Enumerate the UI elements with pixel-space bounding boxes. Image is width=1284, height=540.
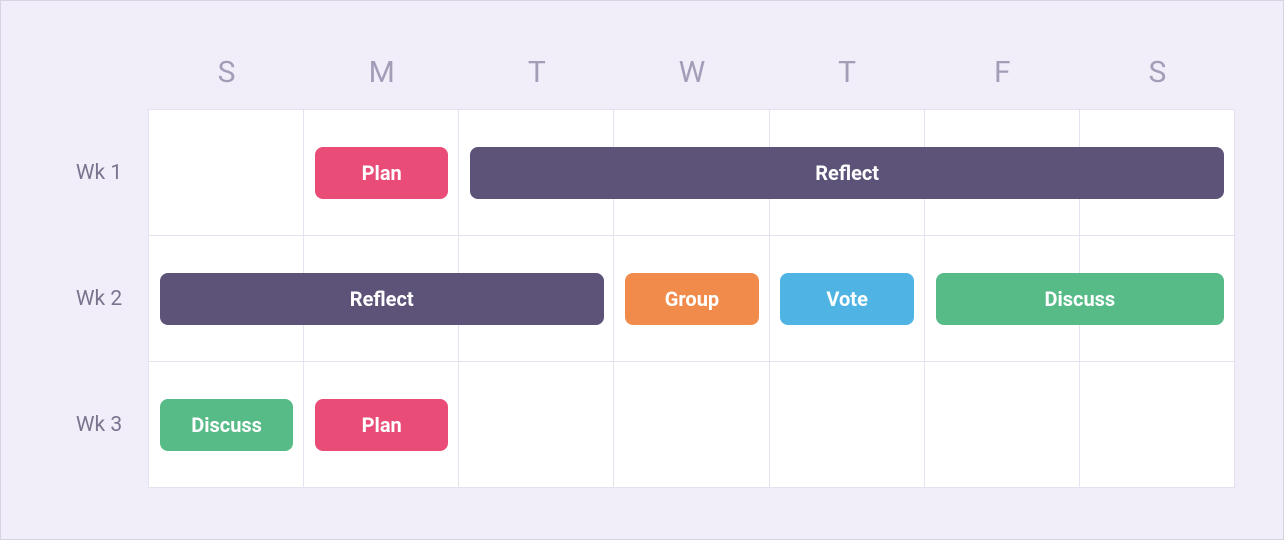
day-cell[interactable] [1079, 361, 1235, 488]
day-header-tue: T [459, 41, 614, 110]
day-header-wed: W [614, 41, 769, 110]
week-label-3: Wk 3 [49, 362, 149, 488]
day-cell[interactable] [148, 109, 304, 236]
event-reflect[interactable]: Reflect [470, 147, 1224, 199]
week-row-2: Wk 2 Reflect Group Vote Discuss [49, 236, 1235, 362]
event-plan[interactable]: Plan [315, 147, 448, 199]
event-discuss[interactable]: Discuss [160, 399, 293, 451]
header-spacer [49, 41, 149, 110]
day-cell[interactable] [613, 361, 769, 488]
week-row-1: Wk 1 Plan Reflect [49, 110, 1235, 236]
event-discuss[interactable]: Discuss [936, 273, 1225, 325]
event-plan[interactable]: Plan [315, 399, 448, 451]
day-cell[interactable] [924, 361, 1080, 488]
week-3-days: Discuss Plan [149, 362, 1235, 488]
day-cell[interactable] [769, 361, 925, 488]
day-header-sun: S [149, 41, 304, 110]
day-header-thu: T [770, 41, 925, 110]
retro-calendar: S M T W T F S Wk 1 Plan Reflect Wk 2 [49, 41, 1235, 488]
week-1-days: Plan Reflect [149, 110, 1235, 236]
week-label-2: Wk 2 [49, 236, 149, 362]
day-header-fri: F [925, 41, 1080, 110]
event-group[interactable]: Group [625, 273, 758, 325]
day-header-sat: S [1080, 41, 1235, 110]
week-row-3: Wk 3 Discuss Plan [49, 362, 1235, 488]
day-header-row: S M T W T F S [49, 41, 1235, 110]
event-vote[interactable]: Vote [780, 273, 913, 325]
day-header-mon: M [304, 41, 459, 110]
day-cell[interactable] [458, 361, 614, 488]
week-2-days: Reflect Group Vote Discuss [149, 236, 1235, 362]
event-reflect[interactable]: Reflect [160, 273, 604, 325]
week-label-1: Wk 1 [49, 110, 149, 236]
